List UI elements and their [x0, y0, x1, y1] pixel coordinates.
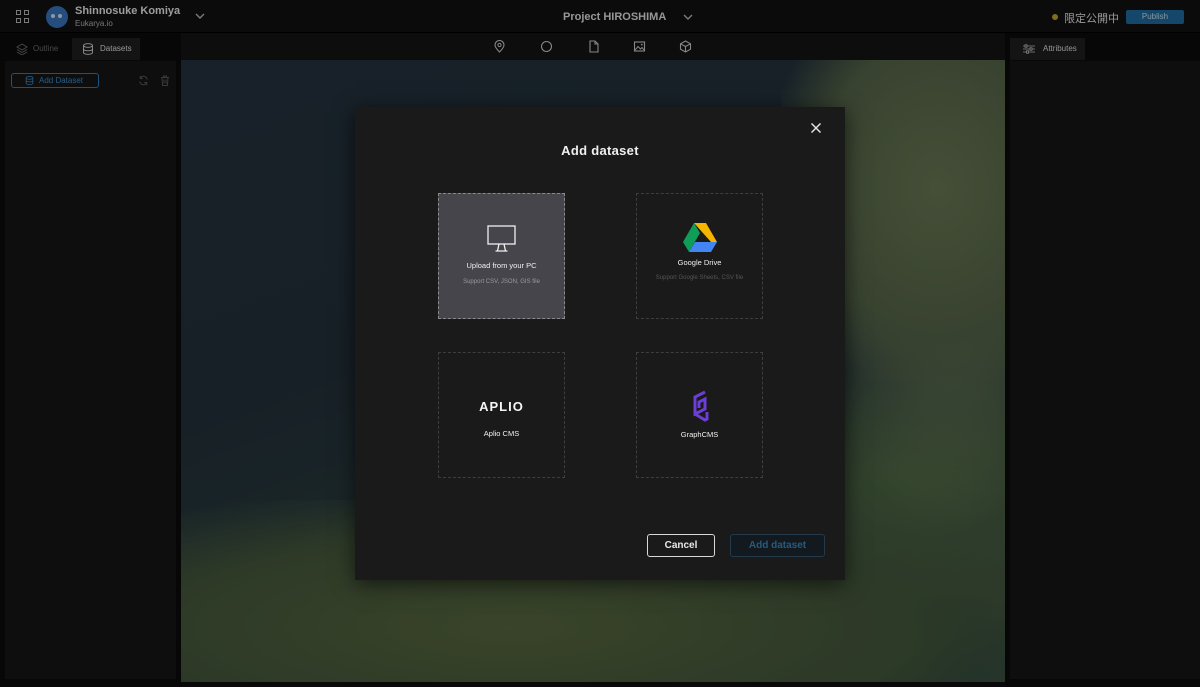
graphcms-logo: [693, 390, 709, 422]
option-description: Support Google Sheets, CSV file: [655, 275, 744, 281]
option-title: Google Drive: [677, 258, 722, 267]
close-icon[interactable]: [809, 121, 823, 135]
aplio-logo: APLIO: [479, 399, 524, 414]
option-upload-pc[interactable]: Upload from your PC Support CSV, JSON, G…: [438, 193, 565, 319]
option-description: Support CSV, JSON, GIS file: [463, 279, 540, 285]
cancel-button[interactable]: Cancel: [647, 534, 715, 557]
google-drive-icon: [683, 223, 717, 252]
option-aplio-cms[interactable]: APLIO Aplio CMS: [438, 352, 565, 478]
modal-title: Add dataset: [561, 143, 639, 158]
option-title: Upload from your PC: [466, 261, 537, 270]
app-root: Shinnosuke Komiya Eukarya.io Project HIR…: [0, 0, 1200, 687]
option-google-drive[interactable]: Google Drive Support Google Sheets, CSV …: [636, 193, 763, 319]
option-title: Aplio CMS: [483, 429, 520, 438]
monitor-icon: [487, 225, 516, 252]
option-graphcms[interactable]: GraphCMS: [636, 352, 763, 478]
add-dataset-modal: Add dataset Upload from your PC Support …: [355, 107, 845, 580]
add-dataset-submit-button[interactable]: Add dataset: [730, 534, 825, 557]
option-title: GraphCMS: [680, 430, 719, 439]
